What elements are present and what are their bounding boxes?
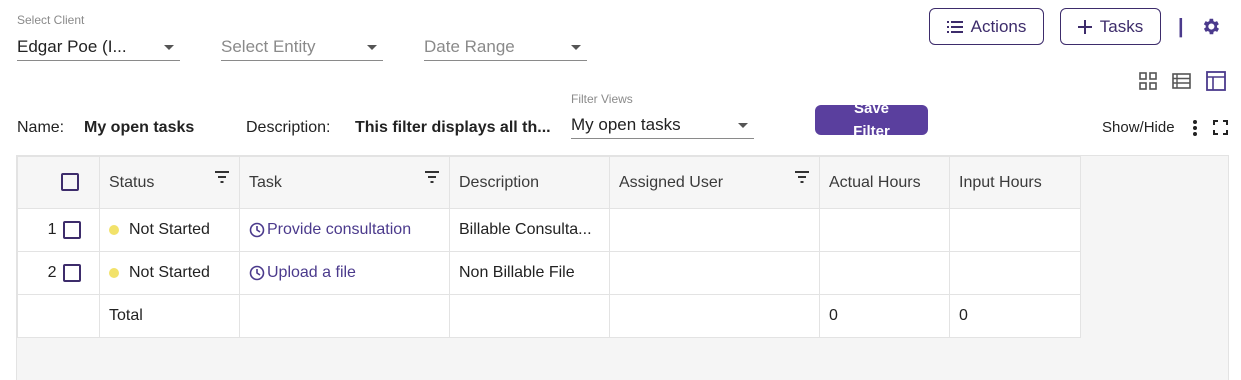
toolbar-divider: | — [1178, 16, 1184, 38]
row-number: 2 — [47, 264, 57, 282]
filter-name-label: Name: — [17, 119, 65, 136]
input-hours-cell — [949, 208, 1081, 252]
clock-icon — [249, 265, 265, 281]
actions-button-label: Actions — [970, 16, 1027, 36]
chevron-down-icon — [164, 45, 174, 50]
status-text: Not Started — [129, 264, 210, 281]
column-header-task-label: Task — [249, 173, 282, 191]
plus-icon — [1077, 19, 1092, 34]
select-all-checkbox[interactable] — [60, 173, 79, 192]
filter-icon[interactable] — [215, 171, 229, 183]
column-header-actual-hours-label: Actual Hours — [829, 173, 921, 191]
row-number: 1 — [47, 221, 57, 239]
show-hide-label: Show/Hide — [1102, 119, 1175, 136]
row-checkbox[interactable] — [63, 263, 81, 282]
select-all-header — [17, 156, 100, 209]
status-text: Not Started — [129, 221, 210, 238]
total-row: Total 0 0 — [17, 294, 1081, 338]
client-select[interactable]: Edgar Poe (I... — [17, 33, 180, 61]
total-input-hours: 0 — [959, 307, 968, 324]
add-task-button[interactable]: Tasks — [1060, 8, 1161, 45]
task-table: Status Task Description Assigned User Ac… — [17, 156, 1081, 338]
client-select-label: Select Client — [17, 13, 85, 27]
assigned-user-cell — [609, 251, 820, 295]
date-range-placeholder: Date Range — [424, 37, 515, 56]
total-empty-cell — [17, 294, 100, 338]
more-vertical-icon[interactable] — [1192, 119, 1198, 137]
client-select-value: Edgar Poe (I... — [17, 37, 127, 56]
task-link[interactable]: Upload a file — [267, 264, 356, 281]
description-cell: Billable Consulta... — [449, 208, 610, 252]
column-header-status[interactable]: Status — [99, 156, 240, 209]
list-view-icon[interactable] — [1172, 72, 1191, 90]
status-dot — [109, 267, 119, 278]
fullscreen-icon[interactable] — [1213, 120, 1228, 135]
column-header-assigned-user[interactable]: Assigned User — [609, 156, 820, 209]
column-header-input-hours[interactable]: Input Hours — [949, 156, 1081, 209]
chevron-down-icon — [571, 45, 581, 50]
column-header-description[interactable]: Description — [449, 156, 610, 209]
task-link[interactable]: Provide consultation — [267, 221, 411, 238]
filter-views-value: My open tasks — [571, 115, 681, 134]
total-input-hours-cell: 0 — [949, 294, 1081, 338]
column-header-assigned-user-label: Assigned User — [619, 173, 724, 191]
table-row[interactable]: 1 Not Started Provide consultation Billa… — [17, 208, 1081, 252]
assigned-user-cell — [609, 208, 820, 252]
date-range-select[interactable]: Date Range — [424, 33, 587, 61]
filter-description-value: This filter displays all th... — [355, 119, 551, 136]
input-hours-cell — [949, 251, 1081, 295]
table-row[interactable]: 2 Not Started Upload a file Non Billable… — [17, 251, 1081, 295]
save-filter-label-line2: Filter — [853, 123, 890, 135]
task-grid: Status Task Description Assigned User Ac… — [16, 155, 1229, 380]
filter-views-label: Filter Views — [571, 92, 633, 106]
filter-description-label: Description: — [246, 119, 331, 136]
entity-select-placeholder: Select Entity — [221, 37, 316, 56]
column-header-actual-hours[interactable]: Actual Hours — [819, 156, 950, 209]
total-empty-cell — [449, 294, 610, 338]
entity-select[interactable]: Select Entity — [221, 33, 383, 61]
total-label: Total — [109, 307, 143, 324]
chevron-down-icon — [367, 45, 377, 50]
description-text: Billable Consulta... — [459, 221, 592, 238]
table-view-icon[interactable] — [1206, 71, 1226, 91]
filter-icon[interactable] — [425, 171, 439, 183]
actions-button[interactable]: Actions — [929, 8, 1044, 45]
save-filter-label-line1: Save — [853, 105, 890, 117]
column-header-description-label: Description — [459, 173, 540, 191]
add-task-button-label: Tasks — [1099, 16, 1144, 36]
clock-icon — [249, 222, 265, 238]
total-empty-cell — [609, 294, 820, 338]
actual-hours-cell — [819, 251, 950, 295]
row-checkbox[interactable] — [63, 220, 81, 239]
total-actual-hours-cell: 0 — [819, 294, 950, 338]
total-label-cell: Total — [99, 294, 240, 338]
row-select-cell: 1 — [17, 208, 100, 252]
status-dot — [109, 224, 119, 235]
task-cell: Provide consultation — [239, 208, 450, 252]
column-header-input-hours-label: Input Hours — [959, 173, 1042, 191]
filter-name-value: My open tasks — [84, 119, 195, 136]
filter-views-select[interactable]: My open tasks — [571, 111, 754, 139]
grid-view-icon[interactable] — [1139, 72, 1157, 90]
description-cell: Non Billable File — [449, 251, 610, 295]
task-cell: Upload a file — [239, 251, 450, 295]
chevron-down-icon — [738, 123, 748, 128]
status-cell: Not Started — [99, 251, 240, 295]
column-header-task[interactable]: Task — [239, 156, 450, 209]
total-empty-cell — [239, 294, 450, 338]
description-text: Non Billable File — [459, 264, 575, 281]
row-select-cell: 2 — [17, 251, 100, 295]
list-icon — [946, 20, 963, 33]
save-filter-button[interactable]: Save Filter — [815, 105, 928, 135]
gear-icon[interactable] — [1200, 16, 1221, 37]
total-actual-hours: 0 — [829, 307, 838, 324]
actual-hours-cell — [819, 208, 950, 252]
filter-icon[interactable] — [795, 171, 809, 183]
status-cell: Not Started — [99, 208, 240, 252]
